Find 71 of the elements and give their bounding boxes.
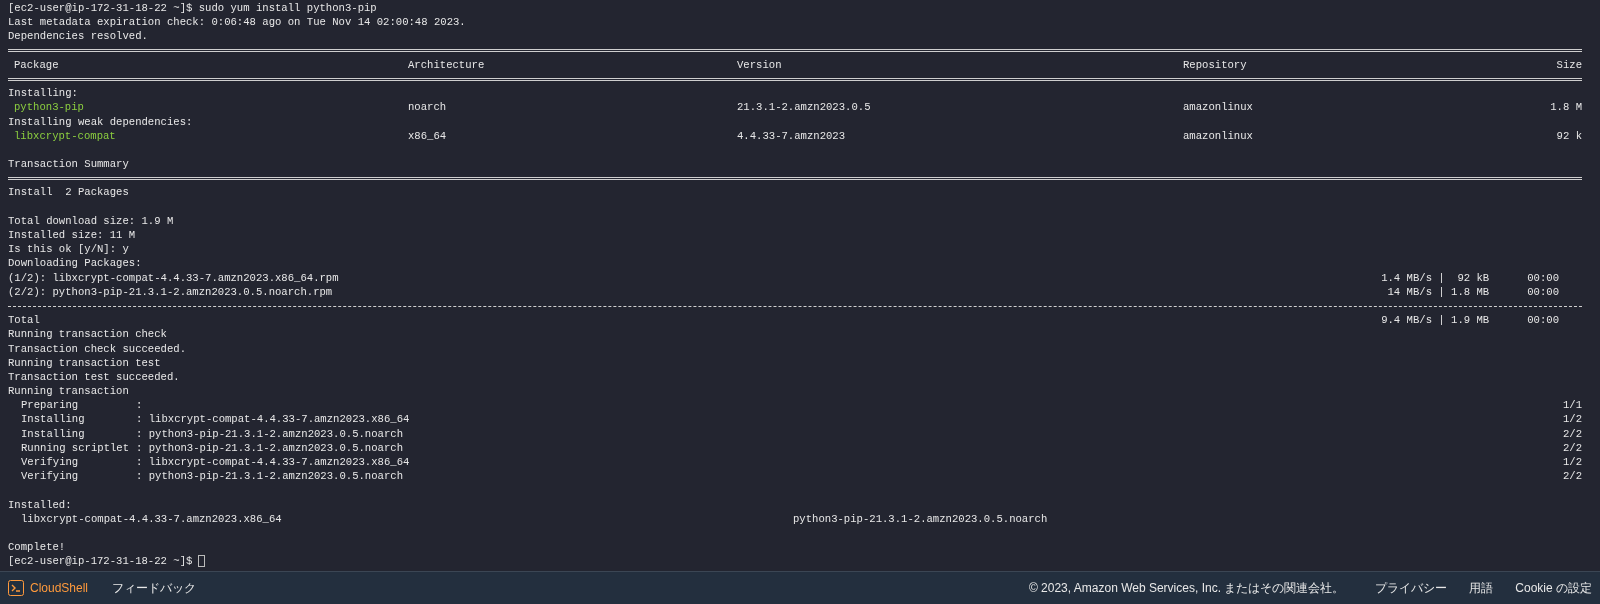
step-count: 1/2 [1562, 455, 1582, 470]
terminal-text: Install 2 Packages [8, 186, 129, 199]
download-time: 00:00 [1527, 270, 1559, 285]
footer-link[interactable]: プライバシー [1375, 579, 1448, 597]
column-header: Size [1556, 58, 1582, 71]
step-label: Installing [21, 426, 86, 441]
package-name: python3-pip [14, 101, 84, 114]
table-cell: 4.4.33-7.amzn2023 [737, 129, 846, 142]
terminal-text: Installing: [8, 87, 78, 100]
step-target: : libxcrypt-compat-4.4.33-7.amzn2023.x86_64 [136, 412, 411, 427]
table-cell: 1.8 M [1550, 101, 1582, 114]
step-label: Verifying [21, 469, 80, 484]
step-target: : python3-pip-21.3.1-2.amzn2023.0.5.noarch [136, 426, 404, 441]
cursor-icon [198, 555, 206, 568]
terminal-text: (1/2): libxcrypt-compat-4.4.33-7.amzn2023.x86_64.rpm [8, 270, 339, 285]
terminal-icon [8, 580, 24, 596]
step-target: : python3-pip-21.3.1-2.amzn2023.0.5.noarch [136, 469, 404, 484]
terminal-text: (2/2): python3-pip-21.3.1-2.amzn2023.0.5.noarch.rpm [8, 284, 333, 299]
download-speed: 1.4 MB/s | 92 kB [1381, 270, 1490, 285]
download-time: 00:00 [1527, 313, 1559, 328]
terminal-text: Total [8, 313, 40, 328]
step-count: 1/1 [1562, 398, 1582, 413]
installed-package: python3-pip-21.3.1-2.amzn2023.0.5.noarch [793, 512, 1048, 525]
table-cell: 92 k [1556, 129, 1582, 142]
table-cell: amazonlinux [1183, 101, 1253, 114]
column-header: Architecture [408, 58, 485, 71]
table-cell: x86_64 [408, 129, 447, 142]
feedback-link[interactable]: フィードバック [112, 579, 197, 597]
step-label: Preparing [21, 398, 80, 413]
package-name: libxcrypt-compat [14, 129, 116, 142]
terminal-text: Running transaction [8, 385, 129, 398]
table-cell: 21.3.1-2.amzn2023.0.5 [737, 101, 871, 114]
terminal-text: Total download size: 1.9 M [8, 214, 174, 227]
terminal-text: Running transaction test [8, 356, 161, 369]
terminal-text: Transaction Summary [8, 158, 129, 171]
terminal-text: Running transaction check [8, 328, 167, 341]
terminal-text: Transaction test succeeded. [8, 370, 180, 383]
download-time: 00:00 [1527, 284, 1559, 299]
terminal-text: Transaction check succeeded. [8, 342, 186, 355]
terminal-text: Downloading Packages: [8, 257, 142, 270]
terminal-text: Installed: [8, 498, 72, 511]
step-target: : [136, 398, 144, 413]
column-header: Version [737, 58, 782, 71]
terminal-text: Last metadata expiration check: 0:06:48 ago on Tue Nov 14 02:00:48 2023. [8, 16, 466, 29]
terminal-text: Installing weak dependencies: [8, 115, 193, 128]
step-label: Running scriptlet [21, 440, 131, 455]
copyright-text: © 2023, Amazon Web Services, Inc. またはその関連会社。 [1028, 580, 1345, 597]
download-speed: 14 MB/s | 1.8 MB [1387, 284, 1490, 299]
column-header: Package [14, 58, 59, 71]
step-label: Verifying [21, 455, 80, 470]
terminal-text: Complete! [8, 541, 66, 554]
download-speed: 9.4 MB/s | 1.9 MB [1381, 313, 1490, 328]
step-label: Installing [21, 412, 86, 427]
step-target: : libxcrypt-compat-4.4.33-7.amzn2023.x86_64 [136, 455, 411, 470]
installed-package: libxcrypt-compat-4.4.33-7.amzn2023.x86_64 [21, 512, 282, 525]
terminal-text: Is this ok [y/N]: y [8, 243, 129, 256]
step-count: 1/2 [1562, 412, 1582, 427]
shell-prompt: [ec2-user@ip-172-31-18-22 ~]$ [8, 554, 193, 569]
terminal-text: [ec2-user@ip-172-31-18-22 ~]$ sudo yum install python3-pip [8, 2, 377, 14]
terminal-text: Dependencies resolved. [8, 30, 148, 43]
column-header: Repository [1183, 58, 1247, 71]
step-count: 2/2 [1562, 469, 1582, 484]
table-cell: noarch [408, 101, 447, 114]
step-count: 2/2 [1562, 440, 1582, 455]
step-target: : python3-pip-21.3.1-2.amzn2023.0.5.noarch [136, 440, 404, 455]
step-count: 2/2 [1562, 426, 1582, 441]
terminal-text: Installed size: 11 M [8, 229, 136, 241]
cloudshell-button[interactable]: CloudShell [8, 579, 89, 597]
footer-link[interactable]: Cookie の設定 [1515, 579, 1592, 597]
table-cell: amazonlinux [1183, 129, 1253, 142]
footer-link[interactable]: 用語 [1469, 579, 1494, 597]
